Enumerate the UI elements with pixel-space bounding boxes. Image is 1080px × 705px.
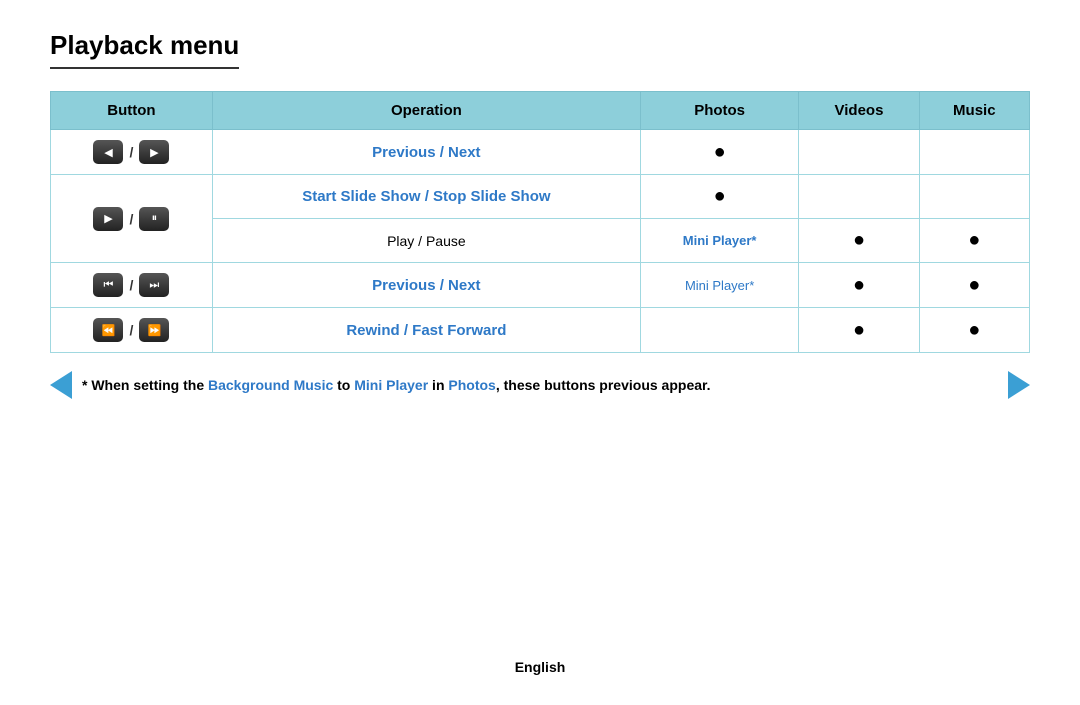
table-row: ⏮ / ⏭ Previous / Next Mini Player* ● ●	[51, 263, 1030, 308]
operation-cell: Previous / Next	[212, 130, 640, 175]
music-cell: ●	[919, 308, 1029, 353]
slash-divider: /	[129, 211, 133, 227]
photos-cell: Mini Player*	[640, 219, 798, 263]
page-title: Playback menu	[50, 30, 239, 69]
prev-btn-icon: ◀	[93, 140, 123, 164]
bullet: ●	[714, 141, 726, 163]
operation-cell: Rewind / Fast Forward	[212, 308, 640, 353]
music-cell	[919, 175, 1029, 219]
playback-table: Button Operation Photos Videos Music ◀ /…	[50, 91, 1030, 353]
photos-cell	[640, 308, 798, 353]
footnote: * When setting the Background Music to M…	[50, 371, 1030, 399]
operation-cell: Start Slide Show / Stop Slide Show	[212, 175, 640, 219]
slash-divider: /	[129, 277, 133, 293]
footnote-suffix: , these buttons previous appear.	[496, 377, 711, 393]
music-cell	[919, 130, 1029, 175]
mini-player-link: Mini Player	[354, 377, 428, 393]
next-track-btn-icon: ⏭	[139, 273, 169, 297]
button-cell: ◀ / ▶	[65, 140, 198, 164]
col-header-photos: Photos	[640, 92, 798, 130]
bullet: ●	[968, 319, 980, 341]
music-cell: ●	[919, 219, 1029, 263]
music-cell: ●	[919, 263, 1029, 308]
slash-divider: /	[129, 144, 133, 160]
col-header-operation: Operation	[212, 92, 640, 130]
slash-divider: /	[129, 322, 133, 338]
button-cell: ⏮ / ⏭	[65, 273, 198, 297]
pause-btn-icon: ⏸	[139, 207, 169, 231]
photos-link: Photos	[448, 377, 495, 393]
next-page-arrow[interactable]	[1008, 371, 1030, 399]
col-header-videos: Videos	[799, 92, 919, 130]
videos-cell: ●	[799, 219, 919, 263]
operation-cell: Play / Pause	[212, 219, 640, 263]
button-cell: ▶ / ⏸	[65, 207, 198, 231]
videos-cell	[799, 175, 919, 219]
language-label: English	[515, 659, 566, 675]
bullet: ●	[968, 229, 980, 251]
mini-player-label: Mini Player*	[685, 278, 754, 293]
footnote-in: in	[428, 377, 448, 393]
videos-cell	[799, 130, 919, 175]
footnote-text: * When setting the Background Music to M…	[72, 377, 1008, 393]
bullet: ●	[714, 185, 726, 207]
table-row: ◀ / ▶ Previous / Next ●	[51, 130, 1030, 175]
photos-cell: Mini Player*	[640, 263, 798, 308]
play-btn-icon: ▶	[93, 207, 123, 231]
col-header-music: Music	[919, 92, 1029, 130]
prev-track-btn-icon: ⏮	[93, 273, 123, 297]
table-row: ⏪ / ⏩ Rewind / Fast Forward ● ●	[51, 308, 1030, 353]
footnote-to: to	[333, 377, 354, 393]
operation-cell: Previous / Next	[212, 263, 640, 308]
button-cell: ⏪ / ⏩	[65, 318, 198, 342]
bullet: ●	[968, 274, 980, 296]
next-btn-icon: ▶	[139, 140, 169, 164]
footnote-prefix: * When setting the	[82, 377, 208, 393]
bullet: ●	[853, 229, 865, 251]
mini-player-label: Mini Player*	[683, 233, 757, 248]
videos-cell: ●	[799, 308, 919, 353]
photos-cell: ●	[640, 130, 798, 175]
photos-cell: ●	[640, 175, 798, 219]
rewind-btn-icon: ⏪	[93, 318, 123, 342]
bullet: ●	[853, 319, 865, 341]
videos-cell: ●	[799, 263, 919, 308]
table-row: ▶ / ⏸ Start Slide Show / Stop Slide Show…	[51, 175, 1030, 219]
ff-btn-icon: ⏩	[139, 318, 169, 342]
bullet: ●	[853, 274, 865, 296]
col-header-button: Button	[51, 92, 213, 130]
prev-page-arrow[interactable]	[50, 371, 72, 399]
bg-music-link: Background Music	[208, 377, 333, 393]
